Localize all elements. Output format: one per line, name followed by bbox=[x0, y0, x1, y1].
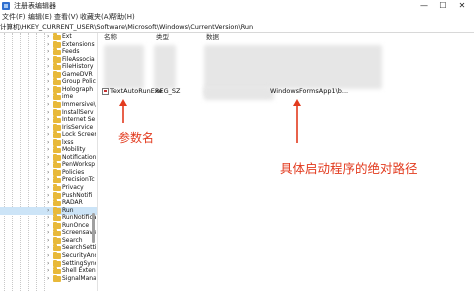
tree-scrollbar-thumb[interactable] bbox=[92, 213, 95, 243]
folder-icon bbox=[53, 199, 61, 207]
maximize-button[interactable]: ☐ bbox=[436, 0, 450, 12]
blurred-region bbox=[154, 45, 176, 89]
folder-icon bbox=[53, 85, 61, 93]
regedit-app-icon bbox=[2, 2, 10, 10]
folder-icon bbox=[53, 191, 61, 199]
folder-icon bbox=[53, 131, 61, 139]
folder-icon bbox=[53, 206, 61, 214]
value-type: REG_SZ bbox=[155, 87, 181, 95]
menu-bar: 文件(F) 编辑(E) 查看(V) 收藏夹(A) 帮助(H) bbox=[0, 12, 474, 23]
value-data: WindowsFormsApp1\b... bbox=[270, 87, 349, 95]
minimize-button[interactable]: — bbox=[417, 0, 431, 12]
blurred-data-prefix bbox=[204, 87, 270, 96]
folder-icon bbox=[53, 252, 61, 259]
window-title: 注册表编辑器 bbox=[14, 2, 56, 10]
folder-icon bbox=[53, 138, 61, 146]
address-path[interactable]: 计算机\HKEY_CURRENT_USER\Software\Microsoft… bbox=[0, 23, 253, 32]
annotation-param-name: 参数名 bbox=[118, 131, 155, 145]
column-header-data[interactable]: 数据 bbox=[206, 33, 219, 42]
folder-icon bbox=[53, 244, 61, 252]
folder-icon bbox=[53, 40, 61, 48]
folder-icon bbox=[53, 116, 61, 124]
folder-icon bbox=[53, 229, 61, 237]
folder-icon bbox=[53, 63, 61, 71]
folder-icon bbox=[53, 33, 61, 40]
folder-icon bbox=[53, 153, 61, 161]
menu-favorites[interactable]: 收藏夹(A) bbox=[80, 12, 111, 23]
folder-icon bbox=[53, 48, 61, 56]
menu-view[interactable]: 查看(V) bbox=[54, 12, 78, 23]
menu-help[interactable]: 帮助(H) bbox=[110, 12, 135, 23]
folder-icon bbox=[53, 123, 61, 131]
folder-icon bbox=[53, 236, 61, 244]
tree-item[interactable]: › SignalMana bbox=[0, 275, 97, 283]
tree-item-label: SignalMana bbox=[62, 274, 96, 282]
chevron-right-icon[interactable]: › bbox=[47, 275, 49, 283]
folder-icon bbox=[53, 274, 61, 282]
folder-icon bbox=[53, 55, 61, 63]
folder-icon bbox=[53, 169, 61, 176]
menu-edit[interactable]: 编辑(E) bbox=[28, 12, 52, 23]
folder-icon bbox=[53, 101, 61, 108]
blurred-region bbox=[104, 45, 144, 89]
folder-icon bbox=[53, 161, 61, 169]
folder-icon bbox=[53, 184, 61, 191]
title-bar: 注册表编辑器 — ☐ ✕ bbox=[0, 0, 474, 12]
column-header-type[interactable]: 类型 bbox=[156, 33, 169, 42]
close-button[interactable]: ✕ bbox=[455, 0, 469, 12]
folder-icon bbox=[53, 93, 61, 101]
column-header-name[interactable]: 名称 bbox=[104, 33, 117, 42]
folder-icon bbox=[53, 176, 61, 184]
menu-file[interactable]: 文件(F) bbox=[2, 12, 26, 23]
arrow-to-exe-path bbox=[293, 99, 301, 143]
annotation-exe-path: 具体启动程序的绝对路径 bbox=[280, 161, 418, 176]
string-value-icon bbox=[102, 88, 109, 95]
folder-icon bbox=[53, 259, 61, 267]
blurred-region bbox=[204, 45, 382, 89]
folder-icon bbox=[53, 70, 61, 78]
folder-icon bbox=[53, 78, 61, 86]
folder-icon bbox=[53, 214, 61, 222]
folder-icon bbox=[53, 267, 61, 275]
folder-icon bbox=[53, 221, 61, 229]
address-bar[interactable]: 计算机\HKEY_CURRENT_USER\Software\Microsoft… bbox=[0, 23, 474, 33]
folder-icon bbox=[53, 108, 61, 116]
arrow-to-param-name bbox=[119, 99, 127, 123]
registry-tree[interactable]: › Ext › Extensions › Feeds › FileAssocia › FileHi… bbox=[0, 33, 98, 291]
folder-icon bbox=[53, 146, 61, 154]
